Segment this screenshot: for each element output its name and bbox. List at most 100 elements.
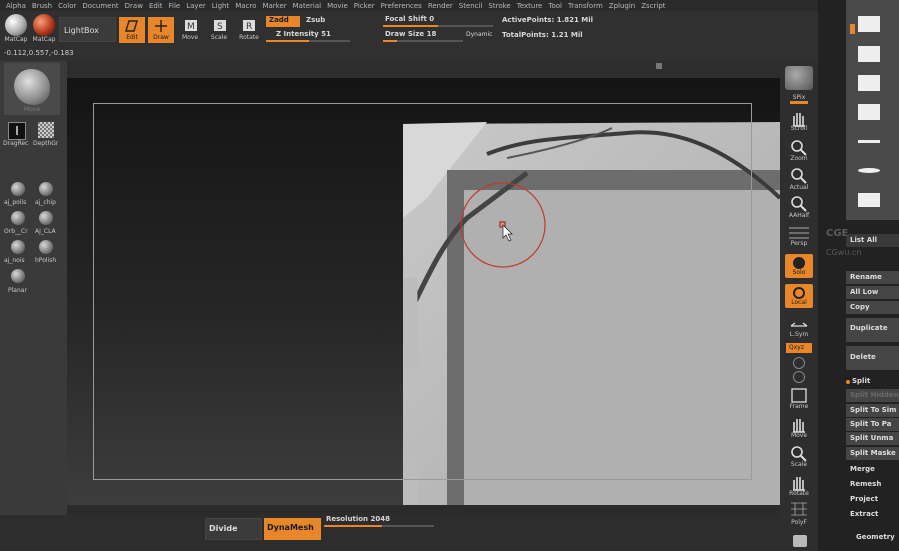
split-section-header[interactable]: Split — [848, 375, 899, 388]
list-all-button[interactable]: List All — [846, 234, 899, 247]
spix-button[interactable] — [785, 66, 813, 90]
split-hidden-button[interactable]: Split Hidden — [846, 389, 899, 402]
material-label: AJ_CLA — [35, 228, 56, 235]
spix-slider[interactable] — [790, 101, 808, 104]
menu-item[interactable]: Preferences — [381, 2, 422, 10]
menu-item[interactable]: Edit — [149, 2, 163, 10]
move-icon: M — [185, 20, 197, 32]
matcap1-label: MatCap — [4, 36, 28, 43]
menu-item[interactable]: Draw — [125, 2, 143, 10]
local-button[interactable]: Local — [785, 284, 813, 308]
dynamic-button[interactable]: Dynamic — [465, 30, 497, 40]
rotate-mode-icon[interactable] — [793, 357, 805, 369]
menu-item[interactable]: Texture — [517, 2, 543, 10]
drag-rect-icon[interactable] — [8, 122, 26, 140]
scroll-label: Scroll — [790, 125, 808, 132]
magnifier-icon — [791, 196, 807, 212]
menu-item[interactable]: Transform — [568, 2, 603, 10]
geometry-section-header[interactable]: Geometry — [852, 531, 899, 544]
solo-button[interactable]: Solo — [785, 254, 813, 278]
move-label: Move — [181, 34, 199, 41]
lsym-button[interactable] — [785, 318, 813, 332]
material-label: aj_chip — [35, 199, 56, 206]
split-unmasked-button[interactable]: Split Unma — [846, 432, 899, 445]
menu-item[interactable]: File — [169, 2, 181, 10]
menu-item[interactable]: Stencil — [459, 2, 483, 10]
divide-label: Divide — [209, 524, 238, 533]
menu-item[interactable]: Picker — [354, 2, 375, 10]
menu-item[interactable]: Macro — [235, 2, 256, 10]
divide-button[interactable]: Divide — [205, 518, 262, 540]
draw-button[interactable]: Draw — [148, 17, 174, 43]
project-section-header[interactable]: Project — [846, 493, 899, 506]
material-sphere-icon[interactable] — [39, 182, 53, 196]
scale-button[interactable]: S Scale — [206, 17, 232, 43]
merge-section-header[interactable]: Merge — [846, 463, 899, 476]
split-masked-button[interactable]: Split Maske — [846, 447, 899, 460]
menu-item[interactable]: Brush — [32, 2, 52, 10]
matcap-red-icon[interactable] — [33, 14, 55, 36]
rename-button[interactable]: Rename — [846, 271, 899, 284]
lightbox-button[interactable]: LightBox — [59, 17, 116, 42]
draw-size-slider[interactable]: Draw Size 18 — [383, 30, 463, 42]
duplicate-button[interactable]: Duplicate — [846, 318, 899, 342]
menu-item[interactable]: Marker — [262, 2, 286, 10]
extract-section-header[interactable]: Extract — [846, 508, 899, 521]
menu-item[interactable]: Movie — [327, 2, 348, 10]
matcap-white-icon[interactable] — [5, 14, 27, 36]
remesh-section-header[interactable]: Remesh — [846, 478, 899, 491]
zadd-label: Zadd — [269, 16, 289, 24]
material-sphere-icon[interactable] — [11, 269, 25, 283]
dynamic-label: Dynamic — [466, 31, 493, 38]
subtool-thumbnail-icon[interactable] — [858, 168, 880, 173]
rotate-button[interactable]: R Rotate — [235, 17, 263, 43]
copy-button[interactable]: Copy — [846, 301, 899, 314]
all-low-button[interactable]: All Low — [846, 286, 899, 299]
xyz-button[interactable]: Qxyz — [786, 343, 812, 353]
subtool-thumbnail-icon[interactable] — [858, 75, 880, 91]
zadd-button[interactable]: Zadd — [266, 16, 300, 27]
menu-item[interactable]: Color — [58, 2, 76, 10]
menu-item[interactable]: Stroke — [488, 2, 510, 10]
solo-icon — [793, 257, 805, 269]
menu-item[interactable]: Tool — [548, 2, 562, 10]
draw-size-label: Draw Size 18 — [385, 30, 437, 38]
z-intensity-slider[interactable]: Z Intensity 51 — [266, 30, 350, 42]
menu-item[interactable]: Zplugin — [609, 2, 635, 10]
material-sphere-icon[interactable] — [39, 240, 53, 254]
draw-icon — [155, 20, 167, 32]
rotate-mode-icon[interactable] — [793, 371, 805, 383]
transp-icon[interactable] — [793, 535, 807, 547]
material-sphere-icon[interactable] — [11, 182, 25, 196]
edit-button[interactable]: Edit — [119, 17, 145, 43]
menu-item[interactable]: Alpha — [6, 2, 26, 10]
material-sphere-icon[interactable] — [11, 240, 25, 254]
polyframe-icon — [791, 502, 807, 516]
polyf-button[interactable] — [785, 500, 813, 518]
subtool-thumbnail-icon[interactable] — [858, 16, 880, 32]
lsym-label: L.Sym — [789, 331, 809, 338]
delete-button[interactable]: Delete — [846, 346, 899, 370]
menu-item[interactable]: Material — [293, 2, 321, 10]
subtool-thumbnail-icon[interactable] — [858, 104, 880, 120]
menu-item[interactable]: Document — [82, 2, 118, 10]
depth-grain-icon[interactable] — [38, 122, 54, 138]
menu-item[interactable]: Light — [212, 2, 229, 10]
focal-shift-slider[interactable]: Focal Shift 0 — [383, 15, 493, 27]
menu-item[interactable]: Zscript — [641, 2, 665, 10]
zsub-button[interactable]: Zsub — [302, 16, 334, 27]
subtool-thumbnail-icon[interactable] — [858, 140, 880, 143]
brush-preview[interactable]: Move — [4, 63, 60, 115]
resolution-slider[interactable]: Resolution 2048 — [324, 515, 434, 529]
material-sphere-icon[interactable] — [39, 211, 53, 225]
subtool-thumbnail-icon[interactable] — [858, 193, 880, 207]
menu-item[interactable]: Render — [428, 2, 453, 10]
split-to-similar-button[interactable]: Split To Sim — [846, 404, 899, 417]
persp-label: Persp — [790, 240, 808, 247]
dynamesh-button[interactable]: DynaMesh — [264, 518, 321, 540]
menu-item[interactable]: Layer — [186, 2, 206, 10]
split-to-parts-button[interactable]: Split To Pa — [846, 418, 899, 431]
material-sphere-icon[interactable] — [11, 211, 25, 225]
move-button[interactable]: M Move — [177, 17, 203, 43]
subtool-thumbnail-icon[interactable] — [858, 46, 880, 62]
